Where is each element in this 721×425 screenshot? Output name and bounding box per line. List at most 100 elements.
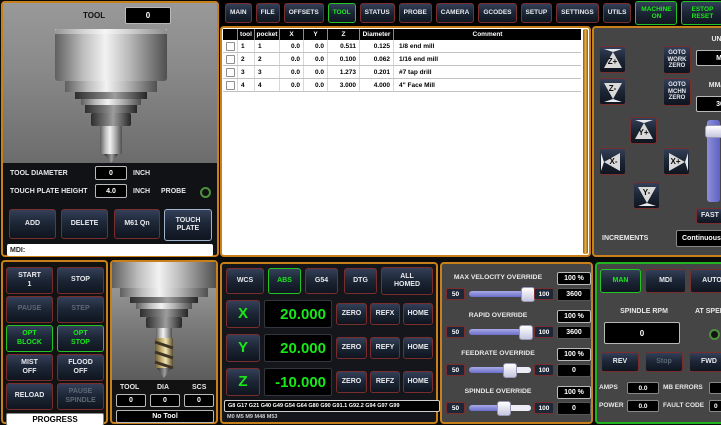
table-row[interactable]: 1 1 0.0 0.0 0.511 0.125 1/8 end mill	[223, 40, 581, 53]
mode-auto-button[interactable]: AUTO	[690, 269, 721, 293]
start-button[interactable]: START 1	[6, 267, 53, 294]
menu-tab-tool[interactable]: TOOL	[328, 3, 356, 23]
jog-y-minus-button[interactable]: Y-	[633, 182, 660, 209]
menu-tab-offsets[interactable]: OFFSETS	[284, 3, 324, 23]
spindle-rev-button[interactable]: REV	[601, 352, 639, 372]
rapid-percent: 100 %	[557, 310, 591, 323]
zero-x-button[interactable]: ZERO	[336, 303, 367, 325]
fast-slow-button[interactable]: FAST	[696, 208, 721, 224]
slider-handle[interactable]	[705, 125, 721, 138]
menu-tab-probe[interactable]: PROBE	[399, 3, 432, 23]
menu-tab-camera[interactable]: CAMERA	[436, 3, 475, 23]
slider-handle[interactable]	[519, 325, 533, 340]
max-velocity-value: 3600	[557, 288, 591, 301]
mist-button[interactable]: MIST OFF	[6, 354, 53, 381]
estop-reset-button[interactable]: ESTOP RESET	[681, 1, 721, 25]
table-row[interactable]: 4 4 0.0 0.0 3.000 4.000 4" Face Mill	[223, 79, 581, 92]
axis-x-dro: 20.000	[264, 300, 332, 328]
jog-x-plus-button[interactable]: X+	[663, 148, 690, 175]
increments-label: INCREMENTS	[602, 235, 648, 242]
home-x-button[interactable]: HOME	[403, 303, 433, 325]
wcs-button[interactable]: WCS	[226, 268, 264, 294]
active-mcodes: M0 M5 M9 M48 M53	[224, 413, 438, 421]
spindle-stop-button[interactable]: Stop	[645, 352, 683, 372]
row-checkbox[interactable]	[226, 81, 235, 90]
row-checkbox[interactable]	[226, 42, 235, 51]
slider-max-label: 100	[534, 326, 554, 338]
mode-manual-button[interactable]: MAN	[600, 269, 641, 293]
ref-y-button[interactable]: REFY	[370, 337, 400, 359]
touch-plate-button[interactable]: TOUCH PLATE	[164, 209, 212, 241]
optional-stop-button[interactable]: OPT STOP	[57, 325, 104, 352]
g54-button[interactable]: G54	[305, 268, 338, 294]
home-z-button[interactable]: HOME	[403, 371, 433, 393]
delete-tool-button[interactable]: DELETE	[61, 209, 108, 239]
zero-y-button[interactable]: ZERO	[336, 337, 367, 359]
jog-z-minus-label: Z-	[609, 84, 617, 93]
machine-on-button[interactable]: MACHINE ON	[635, 1, 677, 25]
units-combobox[interactable]: MM	[696, 50, 721, 66]
tool-number-label: TOOL	[83, 11, 105, 20]
jog-rate-slider[interactable]	[707, 120, 720, 202]
tool-diameter-label: TOOL DIAMETER	[10, 170, 68, 177]
goto-work-zero-button[interactable]: GOTO WORK ZERO	[663, 46, 691, 74]
menu-tab-file[interactable]: FILE	[256, 3, 280, 23]
jog-z-plus-button[interactable]: Z+	[599, 46, 626, 73]
abs-button[interactable]: ABS	[268, 268, 301, 294]
amps-label: AMPS	[599, 384, 618, 391]
spindle-fwd-button[interactable]: FWD	[689, 352, 721, 372]
table-row[interactable]: 2 2 0.0 0.0 0.100 0.062 1/16 end mill	[223, 53, 581, 66]
feedrate-override-label: FEEDRATE OVERRIDE	[442, 350, 554, 357]
jog-x-minus-button[interactable]: X-	[599, 148, 626, 175]
jog-y-plus-label: Y+	[638, 128, 648, 137]
row-checkbox[interactable]	[226, 55, 235, 64]
rapid-slider[interactable]	[469, 329, 531, 335]
menu-tab-gcodes[interactable]: GCODES	[478, 3, 516, 23]
fault-code-value: 0	[709, 400, 721, 412]
reload-button[interactable]: RELOAD	[6, 383, 53, 410]
spindle-slider[interactable]	[469, 405, 531, 411]
increments-combobox[interactable]: Continuous	[676, 230, 721, 247]
mode-mdi-button[interactable]: MDI	[645, 269, 686, 293]
home-y-button[interactable]: HOME	[403, 337, 433, 359]
max-velocity-slider[interactable]	[469, 291, 531, 297]
zero-z-button[interactable]: ZERO	[336, 371, 367, 393]
feedrate-slider[interactable]	[469, 367, 531, 373]
menu-tab-utils[interactable]: UTILS	[603, 3, 632, 23]
table-scrollbar[interactable]	[583, 29, 588, 254]
all-homed-button[interactable]: ALL HOMED	[381, 267, 433, 295]
mdi-input[interactable]: MDI:	[7, 244, 213, 256]
slider-handle[interactable]	[521, 287, 535, 302]
add-tool-button[interactable]: ADD	[9, 209, 56, 239]
slider-max-label: 100	[534, 288, 554, 300]
flood-button[interactable]: FLOOD OFF	[57, 354, 104, 381]
pause-spindle-button[interactable]: PAUSE SPINDLE	[57, 383, 104, 410]
jog-y-plus-button[interactable]: Y+	[630, 117, 657, 144]
ref-z-button[interactable]: REFZ	[370, 371, 400, 393]
axis-x-letter: X	[226, 300, 260, 328]
slider-handle[interactable]	[497, 401, 511, 416]
power-label: POWER	[599, 402, 624, 409]
m61-button[interactable]: M61 Qn	[114, 209, 160, 239]
step-button[interactable]: STEP	[57, 296, 104, 323]
touch-plate-height-input[interactable]: 4.0	[95, 184, 127, 198]
menu-tab-settings[interactable]: SETTINGS	[556, 3, 599, 23]
menu-tab-main[interactable]: MAIN	[225, 3, 252, 23]
menu-tab-status[interactable]: STATUS	[360, 3, 395, 23]
row-checkbox[interactable]	[226, 68, 235, 77]
slider-handle[interactable]	[503, 363, 517, 378]
goto-machine-zero-button[interactable]: GOTO MCHN ZERO	[663, 78, 691, 106]
menu-tab-setup[interactable]: SETUP	[521, 3, 553, 23]
optional-block-button[interactable]: OPT BLOCK	[6, 325, 53, 352]
dia-label: DIA	[157, 384, 169, 391]
ref-x-button[interactable]: REFX	[370, 303, 400, 325]
pause-button[interactable]: PAUSE	[6, 296, 53, 323]
table-row[interactable]: 3 3 0.0 0.0 1.273 0.201 #7 tap drill	[223, 66, 581, 79]
tool-diameter-input[interactable]: 0	[95, 166, 127, 180]
stop-button[interactable]: STOP	[57, 267, 104, 294]
dtg-button[interactable]: DTG	[344, 268, 377, 294]
touch-plate-height-label: TOUCH PLATE HEIGHT	[10, 188, 88, 195]
jog-z-minus-button[interactable]: Z-	[599, 78, 626, 105]
jog-z-plus-label: Z+	[608, 57, 618, 66]
probe-led	[200, 187, 211, 198]
